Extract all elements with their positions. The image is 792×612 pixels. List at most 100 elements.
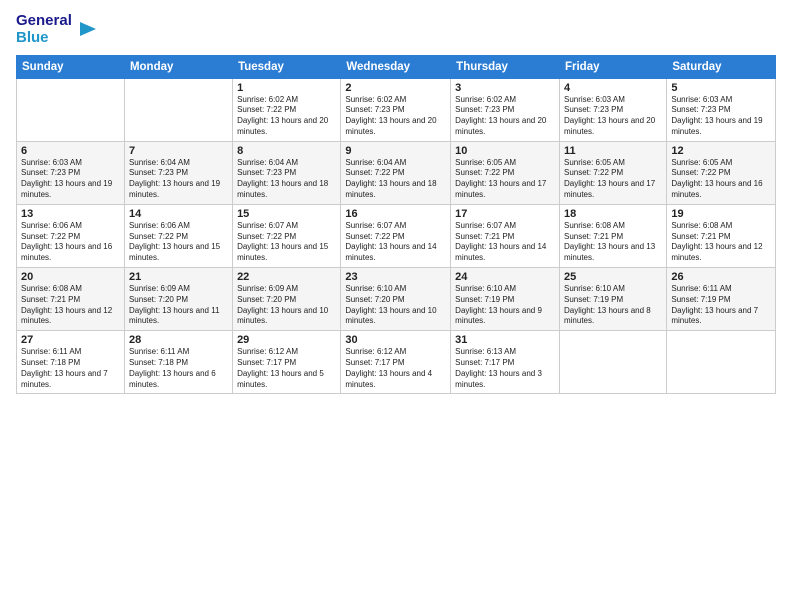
day-cell: 20Sunrise: 6:08 AM Sunset: 7:21 PM Dayli…: [17, 268, 125, 331]
day-cell: 21Sunrise: 6:09 AM Sunset: 7:20 PM Dayli…: [124, 268, 232, 331]
day-cell: [667, 331, 776, 394]
day-info: Sunrise: 6:11 AM Sunset: 7:19 PM Dayligh…: [671, 284, 771, 327]
day-number: 25: [564, 271, 662, 283]
day-cell: 16Sunrise: 6:07 AM Sunset: 7:22 PM Dayli…: [341, 204, 451, 267]
day-number: 13: [21, 208, 120, 220]
week-row-1: 1Sunrise: 6:02 AM Sunset: 7:22 PM Daylig…: [17, 78, 776, 141]
header: General Blue: [16, 12, 776, 47]
day-info: Sunrise: 6:09 AM Sunset: 7:20 PM Dayligh…: [237, 284, 336, 327]
day-number: 3: [455, 82, 555, 94]
day-cell: 31Sunrise: 6:13 AM Sunset: 7:17 PM Dayli…: [451, 331, 560, 394]
week-row-3: 13Sunrise: 6:06 AM Sunset: 7:22 PM Dayli…: [17, 204, 776, 267]
calendar-body: 1Sunrise: 6:02 AM Sunset: 7:22 PM Daylig…: [17, 78, 776, 394]
day-header-monday: Monday: [124, 55, 232, 78]
day-cell: [17, 78, 125, 141]
day-info: Sunrise: 6:04 AM Sunset: 7:23 PM Dayligh…: [237, 158, 336, 201]
day-info: Sunrise: 6:07 AM Sunset: 7:22 PM Dayligh…: [237, 221, 336, 264]
day-number: 19: [671, 208, 771, 220]
day-info: Sunrise: 6:02 AM Sunset: 7:23 PM Dayligh…: [345, 95, 446, 138]
day-info: Sunrise: 6:06 AM Sunset: 7:22 PM Dayligh…: [129, 221, 228, 264]
day-info: Sunrise: 6:04 AM Sunset: 7:23 PM Dayligh…: [129, 158, 228, 201]
day-info: Sunrise: 6:02 AM Sunset: 7:22 PM Dayligh…: [237, 95, 336, 138]
day-cell: 19Sunrise: 6:08 AM Sunset: 7:21 PM Dayli…: [667, 204, 776, 267]
day-number: 5: [671, 82, 771, 94]
day-info: Sunrise: 6:11 AM Sunset: 7:18 PM Dayligh…: [129, 347, 228, 390]
day-number: 18: [564, 208, 662, 220]
day-number: 2: [345, 82, 446, 94]
day-number: 16: [345, 208, 446, 220]
day-cell: 17Sunrise: 6:07 AM Sunset: 7:21 PM Dayli…: [451, 204, 560, 267]
day-number: 11: [564, 145, 662, 157]
day-cell: 26Sunrise: 6:11 AM Sunset: 7:19 PM Dayli…: [667, 268, 776, 331]
day-info: Sunrise: 6:09 AM Sunset: 7:20 PM Dayligh…: [129, 284, 228, 327]
day-info: Sunrise: 6:11 AM Sunset: 7:18 PM Dayligh…: [21, 347, 120, 390]
day-info: Sunrise: 6:12 AM Sunset: 7:17 PM Dayligh…: [237, 347, 336, 390]
day-info: Sunrise: 6:05 AM Sunset: 7:22 PM Dayligh…: [564, 158, 662, 201]
day-header-saturday: Saturday: [667, 55, 776, 78]
day-number: 7: [129, 145, 228, 157]
day-number: 1: [237, 82, 336, 94]
day-info: Sunrise: 6:05 AM Sunset: 7:22 PM Dayligh…: [455, 158, 555, 201]
logo-text-block: General Blue: [16, 12, 72, 47]
day-info: Sunrise: 6:13 AM Sunset: 7:17 PM Dayligh…: [455, 347, 555, 390]
day-number: 15: [237, 208, 336, 220]
day-cell: 14Sunrise: 6:06 AM Sunset: 7:22 PM Dayli…: [124, 204, 232, 267]
day-number: 6: [21, 145, 120, 157]
day-number: 29: [237, 334, 336, 346]
day-info: Sunrise: 6:02 AM Sunset: 7:23 PM Dayligh…: [455, 95, 555, 138]
day-cell: 18Sunrise: 6:08 AM Sunset: 7:21 PM Dayli…: [559, 204, 666, 267]
day-info: Sunrise: 6:08 AM Sunset: 7:21 PM Dayligh…: [21, 284, 120, 327]
day-number: 12: [671, 145, 771, 157]
calendar-table: SundayMondayTuesdayWednesdayThursdayFrid…: [16, 55, 776, 395]
day-cell: 7Sunrise: 6:04 AM Sunset: 7:23 PM Daylig…: [124, 141, 232, 204]
day-number: 14: [129, 208, 228, 220]
day-cell: 1Sunrise: 6:02 AM Sunset: 7:22 PM Daylig…: [233, 78, 341, 141]
day-cell: 12Sunrise: 6:05 AM Sunset: 7:22 PM Dayli…: [667, 141, 776, 204]
day-number: 17: [455, 208, 555, 220]
day-cell: 30Sunrise: 6:12 AM Sunset: 7:17 PM Dayli…: [341, 331, 451, 394]
day-cell: [124, 78, 232, 141]
day-info: Sunrise: 6:08 AM Sunset: 7:21 PM Dayligh…: [564, 221, 662, 264]
day-number: 4: [564, 82, 662, 94]
day-info: Sunrise: 6:03 AM Sunset: 7:23 PM Dayligh…: [564, 95, 662, 138]
day-header-wednesday: Wednesday: [341, 55, 451, 78]
day-cell: 28Sunrise: 6:11 AM Sunset: 7:18 PM Dayli…: [124, 331, 232, 394]
day-cell: [559, 331, 666, 394]
logo-triangle-icon: [76, 18, 98, 40]
day-cell: 25Sunrise: 6:10 AM Sunset: 7:19 PM Dayli…: [559, 268, 666, 331]
day-number: 31: [455, 334, 555, 346]
day-info: Sunrise: 6:07 AM Sunset: 7:21 PM Dayligh…: [455, 221, 555, 264]
day-number: 26: [671, 271, 771, 283]
day-number: 21: [129, 271, 228, 283]
day-info: Sunrise: 6:04 AM Sunset: 7:22 PM Dayligh…: [345, 158, 446, 201]
day-number: 9: [345, 145, 446, 157]
day-header-friday: Friday: [559, 55, 666, 78]
day-header-tuesday: Tuesday: [233, 55, 341, 78]
day-number: 30: [345, 334, 446, 346]
day-info: Sunrise: 6:07 AM Sunset: 7:22 PM Dayligh…: [345, 221, 446, 264]
day-info: Sunrise: 6:03 AM Sunset: 7:23 PM Dayligh…: [671, 95, 771, 138]
day-number: 22: [237, 271, 336, 283]
logo-general: General: [16, 12, 72, 29]
day-cell: 2Sunrise: 6:02 AM Sunset: 7:23 PM Daylig…: [341, 78, 451, 141]
day-info: Sunrise: 6:08 AM Sunset: 7:21 PM Dayligh…: [671, 221, 771, 264]
day-info: Sunrise: 6:06 AM Sunset: 7:22 PM Dayligh…: [21, 221, 120, 264]
week-row-4: 20Sunrise: 6:08 AM Sunset: 7:21 PM Dayli…: [17, 268, 776, 331]
day-cell: 8Sunrise: 6:04 AM Sunset: 7:23 PM Daylig…: [233, 141, 341, 204]
day-number: 27: [21, 334, 120, 346]
day-cell: 6Sunrise: 6:03 AM Sunset: 7:23 PM Daylig…: [17, 141, 125, 204]
day-cell: 23Sunrise: 6:10 AM Sunset: 7:20 PM Dayli…: [341, 268, 451, 331]
day-cell: 3Sunrise: 6:02 AM Sunset: 7:23 PM Daylig…: [451, 78, 560, 141]
day-info: Sunrise: 6:03 AM Sunset: 7:23 PM Dayligh…: [21, 158, 120, 201]
day-cell: 29Sunrise: 6:12 AM Sunset: 7:17 PM Dayli…: [233, 331, 341, 394]
day-cell: 4Sunrise: 6:03 AM Sunset: 7:23 PM Daylig…: [559, 78, 666, 141]
day-number: 28: [129, 334, 228, 346]
day-number: 20: [21, 271, 120, 283]
day-header-row: SundayMondayTuesdayWednesdayThursdayFrid…: [17, 55, 776, 78]
week-row-5: 27Sunrise: 6:11 AM Sunset: 7:18 PM Dayli…: [17, 331, 776, 394]
day-info: Sunrise: 6:12 AM Sunset: 7:17 PM Dayligh…: [345, 347, 446, 390]
day-cell: 11Sunrise: 6:05 AM Sunset: 7:22 PM Dayli…: [559, 141, 666, 204]
day-number: 23: [345, 271, 446, 283]
day-info: Sunrise: 6:10 AM Sunset: 7:19 PM Dayligh…: [455, 284, 555, 327]
day-cell: 22Sunrise: 6:09 AM Sunset: 7:20 PM Dayli…: [233, 268, 341, 331]
